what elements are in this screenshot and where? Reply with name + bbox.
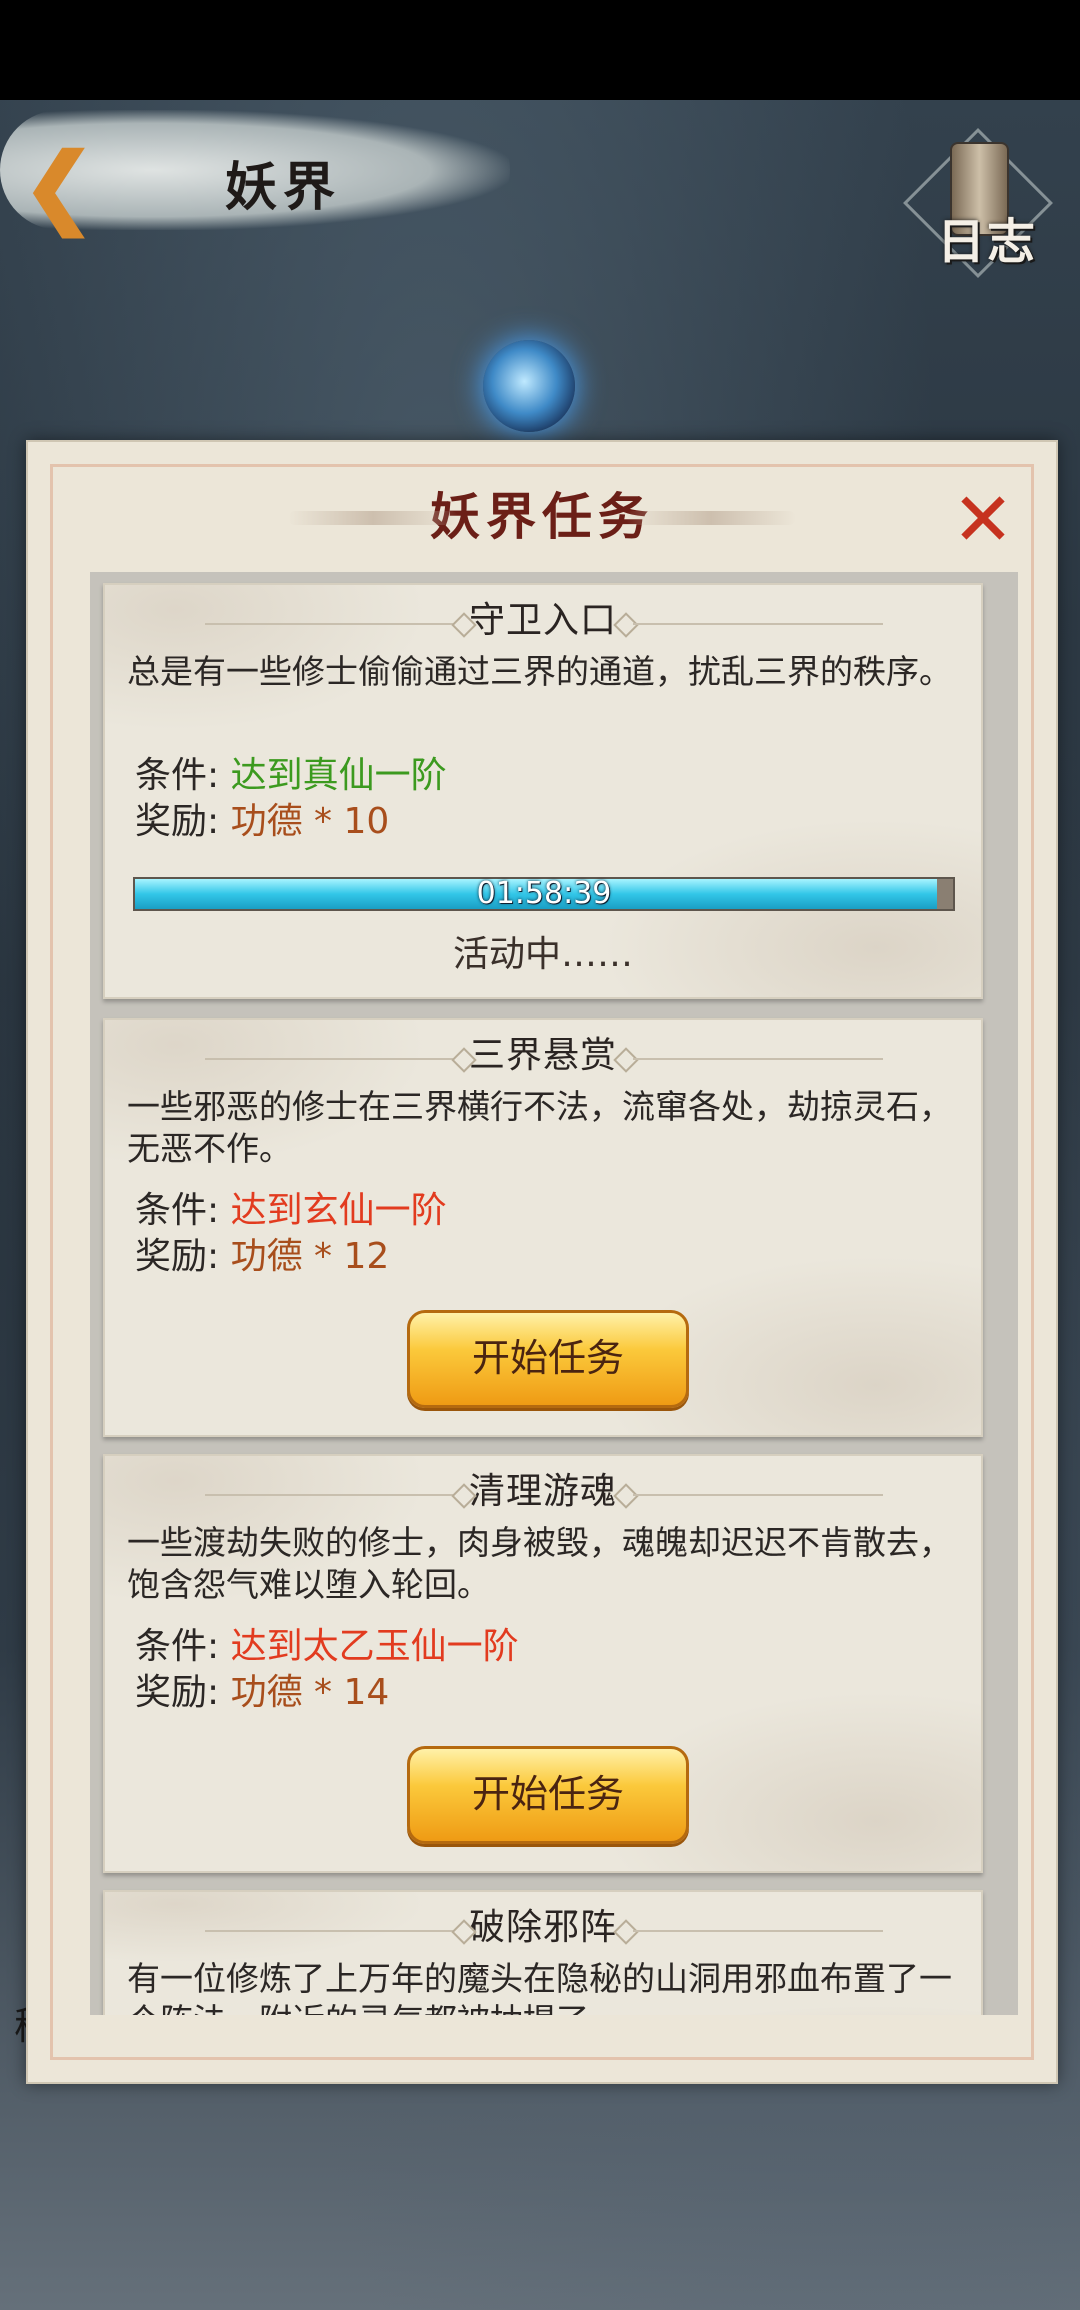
start-task-button[interactable]: 开始任务 [407, 1746, 689, 1844]
dialog-header: 妖界任务 [28, 477, 1056, 557]
reward-value: 功德 * 14 [230, 1672, 390, 1713]
page-title: 妖界 [225, 157, 342, 218]
condition-value: 达到真仙一阶 [230, 755, 447, 796]
title-right-deco [626, 511, 796, 525]
progress-timer: 01:58:39 [476, 876, 612, 911]
header-line-left [205, 1930, 455, 1932]
reward-label: 奖励: [135, 1672, 220, 1713]
task-card-header: 三界悬赏 [105, 1028, 981, 1084]
task-reward: 奖励: 功德 * 14 [135, 1670, 389, 1716]
close-icon[interactable]: ✕ [948, 483, 1018, 557]
header-line-left [205, 623, 455, 625]
log-button[interactable]: 日志 [903, 128, 1055, 280]
header-line-right [633, 623, 883, 625]
task-status: 活动中…… [452, 934, 633, 975]
task-description: 有一位修炼了上万年的魔头在隐秘的山洞用邪血布置了一个阵法，附近的灵气都被抽提了 [127, 1959, 952, 2015]
header-line-left [205, 1058, 455, 1060]
task-description: 一些邪恶的修士在三界横行不法，流窜各处，劫掠灵石，无恶不作。 [127, 1087, 952, 1168]
task-card-header: 守卫入口 [105, 593, 981, 649]
header-line-right [633, 1930, 883, 1932]
condition-label: 条件: [135, 1190, 220, 1231]
task-card-header: 清理游魂 [105, 1464, 981, 1520]
reward-label: 奖励: [135, 801, 220, 842]
task-description: 一些渡劫失败的修士，肉身被毁，魂魄却迟迟不肯散去，饱含怨气难以堕入轮回。 [127, 1523, 952, 1604]
task-reward: 奖励: 功德 * 10 [135, 799, 389, 845]
dialog-title: 妖界任务 [430, 487, 654, 546]
header-line-left [205, 1494, 455, 1496]
portal-orb-icon[interactable] [483, 340, 575, 432]
condition-label: 条件: [135, 755, 220, 796]
task-condition: 条件: 达到玄仙一阶 [135, 1188, 447, 1234]
task-card-bounty: 三界悬赏 一些邪恶的修士在三界横行不法，流窜各处，劫掠灵石，无恶不作。 条件: … [103, 1018, 983, 1437]
reward-value: 功德 * 12 [230, 1236, 390, 1277]
header-line-right [633, 1058, 883, 1060]
condition-value: 达到玄仙一阶 [230, 1190, 447, 1231]
header-diamond-right [613, 1047, 639, 1073]
header-diamond-right [613, 612, 639, 638]
task-condition: 条件: 达到太乙玉仙一阶 [135, 1624, 519, 1670]
task-card-header: 破除邪阵 [105, 1900, 981, 1956]
task-title: 三界悬赏 [468, 1035, 617, 1076]
task-progress-bar: 01:58:39 [133, 877, 955, 911]
task-card-clear-souls: 清理游魂 一些渡劫失败的修士，肉身被毁，魂魄却迟迟不肯散去，饱含怨气难以堕入轮回… [103, 1454, 983, 1873]
condition-label: 条件: [135, 1626, 220, 1667]
task-title: 破除邪阵 [468, 1907, 617, 1948]
status-bar [0, 0, 1080, 100]
start-task-button[interactable]: 开始任务 [407, 1310, 689, 1408]
task-title: 清理游魂 [468, 1471, 617, 1512]
task-card-guard-entrance: 守卫入口 总是有一些修士偷偷通过三界的通道，扰乱三界的秩序。 条件: 达到真仙一… [103, 583, 983, 999]
task-list[interactable]: 守卫入口 总是有一些修士偷偷通过三界的通道，扰乱三界的秩序。 条件: 达到真仙一… [90, 572, 1018, 2015]
task-description: 总是有一些修士偷偷通过三界的通道，扰乱三界的秩序。 [127, 652, 952, 691]
reward-value: 功德 * 10 [230, 801, 390, 842]
header-diamond-right [613, 1483, 639, 1509]
reward-label: 奖励: [135, 1236, 220, 1277]
log-label: 日志 [937, 214, 1038, 270]
title-left-deco [288, 511, 458, 525]
back-arrow-icon[interactable]: ❮ [22, 141, 96, 229]
task-title: 守卫入口 [468, 600, 617, 641]
task-condition: 条件: 达到真仙一阶 [135, 753, 447, 799]
condition-value: 达到太乙玉仙一阶 [230, 1626, 519, 1667]
task-dialog: 妖界任务 ✕ 守卫入口 总是有一些修士偷偷通过三界的通道，扰乱三界的秩序。 条件… [26, 440, 1058, 2084]
task-reward: 奖励: 功德 * 12 [135, 1234, 389, 1280]
task-card-break-array: 破除邪阵 有一位修炼了上万年的魔头在隐秘的山洞用邪血布置了一个阵法，附近的灵气都… [103, 1890, 983, 2015]
header-line-right [633, 1494, 883, 1496]
header-diamond-right [613, 1919, 639, 1945]
